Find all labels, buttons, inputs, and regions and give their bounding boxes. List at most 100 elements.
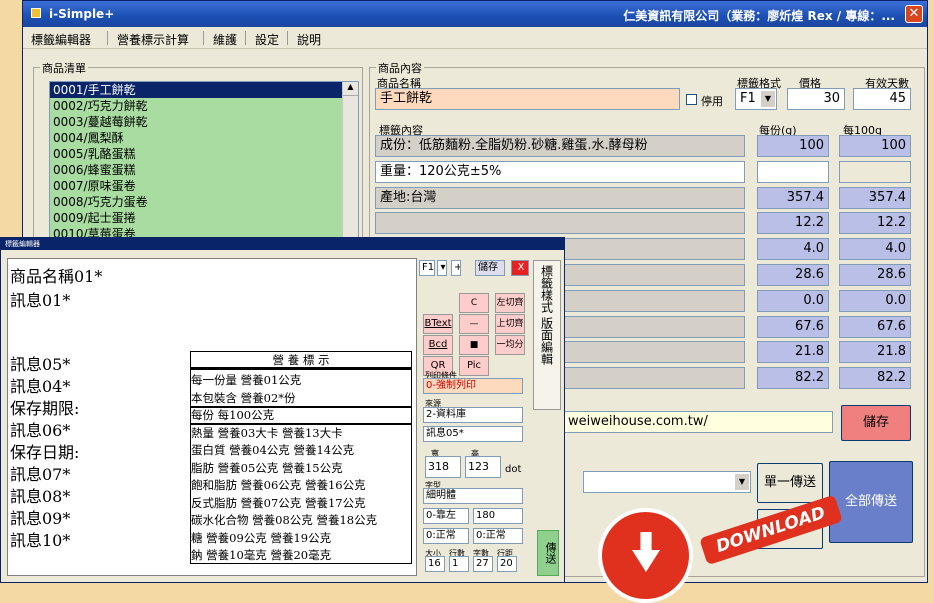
per-serving-value[interactable]: 28.6	[757, 264, 829, 286]
label-line[interactable]: 重量：120公克±5%	[375, 160, 745, 183]
list-item[interactable]: 0009/起士蛋捲	[50, 210, 358, 226]
bottom-value[interactable]: 20	[497, 556, 517, 572]
list-item[interactable]: 0002/巧克力餅乾	[50, 98, 358, 114]
btext-button[interactable]: BText	[423, 314, 453, 334]
font-select[interactable]: 細明體	[423, 488, 523, 504]
style-select-1[interactable]: 0:正常	[423, 528, 469, 544]
bottom-value[interactable]: 16	[425, 556, 445, 572]
days-input[interactable]: 45	[853, 88, 911, 110]
list-item[interactable]: 0003/蔓越莓餅乾	[50, 114, 358, 130]
nutrition-row: 碳水化合物 營養08公克 營養18公克	[191, 513, 378, 527]
height-input[interactable]: 123	[465, 456, 501, 478]
download-arrow-icon[interactable]	[598, 508, 693, 603]
distribute-button[interactable]: 一均分	[495, 335, 525, 355]
size-select[interactable]: 180	[473, 508, 523, 524]
editor-close-button[interactable]: X	[511, 260, 529, 276]
per100-value[interactable]: 67.6	[839, 315, 911, 338]
per-serving-value[interactable]: 357.4	[757, 186, 829, 209]
list-item[interactable]: 0007/原味蛋卷	[50, 178, 358, 194]
list-item[interactable]: 0005/乳酪蛋糕	[50, 146, 358, 162]
label-text-field[interactable]: 訊息10*	[10, 527, 70, 551]
per-serving-value[interactable]: 67.6	[757, 315, 829, 338]
list-item[interactable]: 0008/巧克力蛋卷	[50, 194, 358, 210]
disable-checkbox[interactable]	[686, 94, 697, 105]
menu-label-editor[interactable]: 標籤編輯器	[31, 31, 91, 48]
label-text-field[interactable]: 訊息08*	[10, 483, 70, 507]
url-input[interactable]: weiweihouse.com.tw/	[563, 411, 833, 433]
per-serving-value[interactable]: 82.2	[757, 367, 829, 390]
list-item[interactable]: 0001/手工餅乾	[50, 82, 358, 98]
editor-format[interactable]: F1	[419, 260, 435, 276]
printer-select[interactable]: ▼	[583, 471, 751, 493]
per-serving-value[interactable]: 4.0	[757, 238, 829, 261]
label-text-field[interactable]: 保存期限:	[10, 395, 79, 419]
label-canvas[interactable]: 商品名稱01* 訊息01* 訊息05* 訊息04* 保存期限: 訊息06* 保存日期: 訊息0…	[7, 258, 417, 576]
per100-value[interactable]: 12.2	[839, 212, 911, 235]
align-top-button[interactable]: 上切齊	[495, 314, 525, 334]
nutrition-row: 蛋白質 營養04公克 營養14公克	[191, 443, 355, 457]
per100-value[interactable]: 0.0	[839, 289, 911, 312]
label-text-field[interactable]: 訊息05*	[10, 351, 70, 375]
per-serving-value[interactable]: 12.2	[757, 212, 829, 235]
label-text-field[interactable]: 訊息06*	[10, 417, 70, 441]
per-serving-value[interactable]: 0.0	[757, 289, 829, 312]
message-select[interactable]: 訊息05*	[423, 426, 523, 442]
align-left-button[interactable]: 左切齊	[495, 293, 525, 313]
label-text-field[interactable]: 商品名稱01*	[10, 263, 102, 287]
barcode-button[interactable]: Bcd	[423, 335, 453, 355]
label-line[interactable]	[375, 212, 745, 235]
per100-value[interactable]: 357.4	[839, 186, 911, 209]
close-icon[interactable]: ✕	[905, 5, 923, 23]
per100-value[interactable]: 100	[839, 135, 911, 157]
product-name-input[interactable]: 手工餅乾	[375, 88, 680, 110]
label-line[interactable]: 產地:台灣	[375, 186, 745, 209]
per100-value[interactable]: 28.6	[839, 264, 911, 286]
menu-help[interactable]: 說明	[297, 31, 321, 48]
style-select-2[interactable]: 0:正常	[473, 528, 523, 544]
bottom-value[interactable]: 1	[449, 556, 469, 572]
per100-value[interactable]: 4.0	[839, 238, 911, 261]
label-text-field[interactable]: 訊息04*	[10, 373, 70, 397]
single-send-button[interactable]: 單一傳送	[757, 463, 823, 503]
price-input[interactable]: 30	[787, 88, 845, 110]
editor-save-button[interactable]: 儲存	[475, 260, 505, 276]
add-icon[interactable]: +	[451, 260, 461, 276]
label-text-field[interactable]: 保存日期:	[10, 439, 79, 463]
format-dropdown-icon[interactable]: ▾	[437, 260, 447, 276]
label-line[interactable]: 成份：低筋麵粉.全脂奶粉.砂糖.雞蛋.水.酵母粉	[375, 135, 745, 157]
per-serving-value[interactable]	[757, 160, 829, 183]
per100-value[interactable]: 82.2	[839, 367, 911, 390]
box-button[interactable]: ■	[459, 335, 489, 355]
bottom-value[interactable]: 27	[473, 556, 493, 572]
menu-maintain[interactable]: 維護	[213, 31, 237, 48]
format-select[interactable]: F1 ▼	[735, 88, 777, 110]
side-tabs: 標籤樣式 版面編輯	[533, 260, 561, 410]
tab-label-style[interactable]: 標籤樣式	[539, 265, 556, 313]
line-button[interactable]: —	[459, 314, 489, 334]
per-serving-value[interactable]: 100	[757, 135, 829, 157]
per100-value[interactable]: 21.8	[839, 341, 911, 364]
label-text-field[interactable]: 訊息07*	[10, 461, 70, 485]
pic-button[interactable]: Pic	[459, 356, 489, 376]
label-text-field[interactable]: 訊息09*	[10, 505, 70, 529]
nutrition-row: 鈉 營養10毫克 營養20毫克	[191, 548, 332, 562]
width-input[interactable]: 318	[425, 456, 461, 478]
label-text-field[interactable]: 訊息01*	[10, 287, 70, 311]
nutrition-table[interactable]: 營 養 標 示 每一份量 營養01公克 本包裝含 營養02*份 每份 每100公克…	[190, 351, 412, 564]
send-button[interactable]: 傳送	[537, 530, 559, 576]
per-serving-value[interactable]: 21.8	[757, 341, 829, 364]
menu-settings[interactable]: 設定	[255, 31, 279, 48]
align-select[interactable]: 0-靠左	[423, 508, 469, 524]
save-button[interactable]: 儲存	[841, 405, 911, 441]
print-cond-select[interactable]: 0-強制列印	[423, 378, 523, 394]
list-scrollbar[interactable]: ▲	[342, 82, 358, 240]
menu-nutrition[interactable]: 營養標示計算	[117, 31, 189, 48]
send-all-button[interactable]: 全部傳送	[829, 461, 913, 543]
per100-value[interactable]	[839, 160, 911, 183]
list-item[interactable]: 0004/鳳梨酥	[50, 130, 358, 146]
source-select[interactable]: 2-資料庫	[423, 407, 523, 423]
clear-button[interactable]: C	[459, 293, 489, 313]
list-item[interactable]: 0006/蜂蜜蛋糕	[50, 162, 358, 178]
tab-layout-edit[interactable]: 版面編輯	[539, 317, 556, 365]
product-list[interactable]: 0001/手工餅乾 0002/巧克力餅乾 0003/蔓越莓餅乾 0004/鳳梨酥 000…	[49, 81, 359, 241]
